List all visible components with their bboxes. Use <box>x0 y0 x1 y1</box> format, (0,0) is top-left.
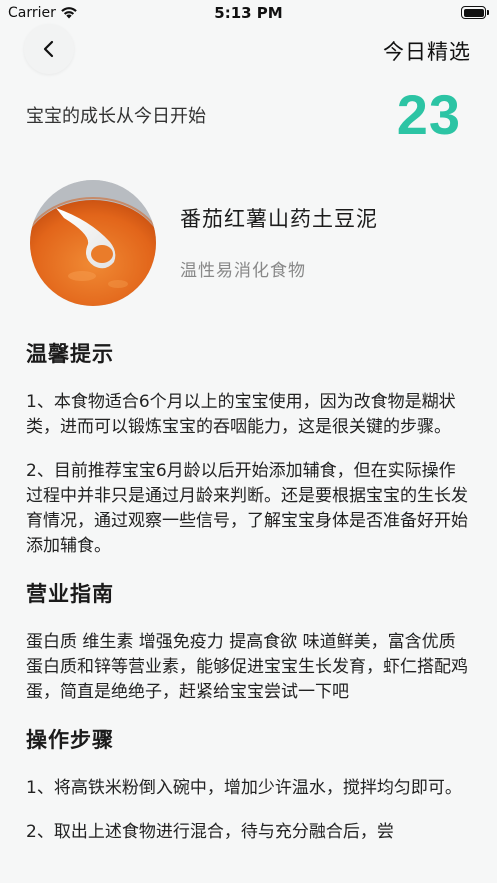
section-steps: 操作步骤 1、将高铁米粉倒入碗中，增加少许温水，搅拌均匀即可。 2、取出上述食物… <box>26 724 472 845</box>
paragraph: 蛋白质 维生素 增强免疫力 提高食欲 味道鲜美，富含优质蛋白质和锌等营业素，能够… <box>26 632 468 702</box>
back-button[interactable] <box>24 24 74 74</box>
section-guide: 营业指南 蛋白质 维生素 增强免疫力 提高食欲 味道鲜美，富含优质蛋白质和锌等营… <box>26 578 472 705</box>
paragraph: 2、取出上述食物进行混合，待与充分融合后，尝 <box>26 822 394 842</box>
battery-icon <box>461 6 489 19</box>
food-tag: 温性易消化食物 <box>180 261 306 281</box>
status-bar: Carrier 5:13 PM <box>0 0 497 26</box>
food-name: 番茄红薯山药土豆泥 <box>180 207 378 231</box>
status-time: 5:13 PM <box>214 4 283 22</box>
section-title: 营业指南 <box>26 582 114 606</box>
page-title: 今日精选 <box>383 40 471 64</box>
section-tips: 温馨提示 1、本食物适合6个月以上的宝宝使用，因为改食物是糊状类，进而可以锻炼宝… <box>26 338 472 559</box>
paragraph: 1、将高铁米粉倒入碗中，增加少许温水，搅拌均匀即可。 <box>26 778 462 798</box>
tagline: 宝宝的成长从今日开始 <box>26 106 206 127</box>
paragraph: 1、本食物适合6个月以上的宝宝使用，因为改食物是糊状类，进而可以锻炼宝宝的吞咽能… <box>26 392 456 437</box>
food-photo <box>30 180 156 306</box>
article-content: 温馨提示 1、本食物适合6个月以上的宝宝使用，因为改食物是糊状类，进而可以锻炼宝… <box>26 338 472 864</box>
paragraph: 2、目前推荐宝宝6月龄以后开始添加辅食，但在实际操作过程中并非只是通过月龄来判断… <box>26 461 468 556</box>
day-number: 23 <box>396 83 461 146</box>
chevron-left-icon <box>43 40 54 58</box>
section-title: 操作步骤 <box>26 728 114 752</box>
section-title: 温馨提示 <box>26 342 114 366</box>
